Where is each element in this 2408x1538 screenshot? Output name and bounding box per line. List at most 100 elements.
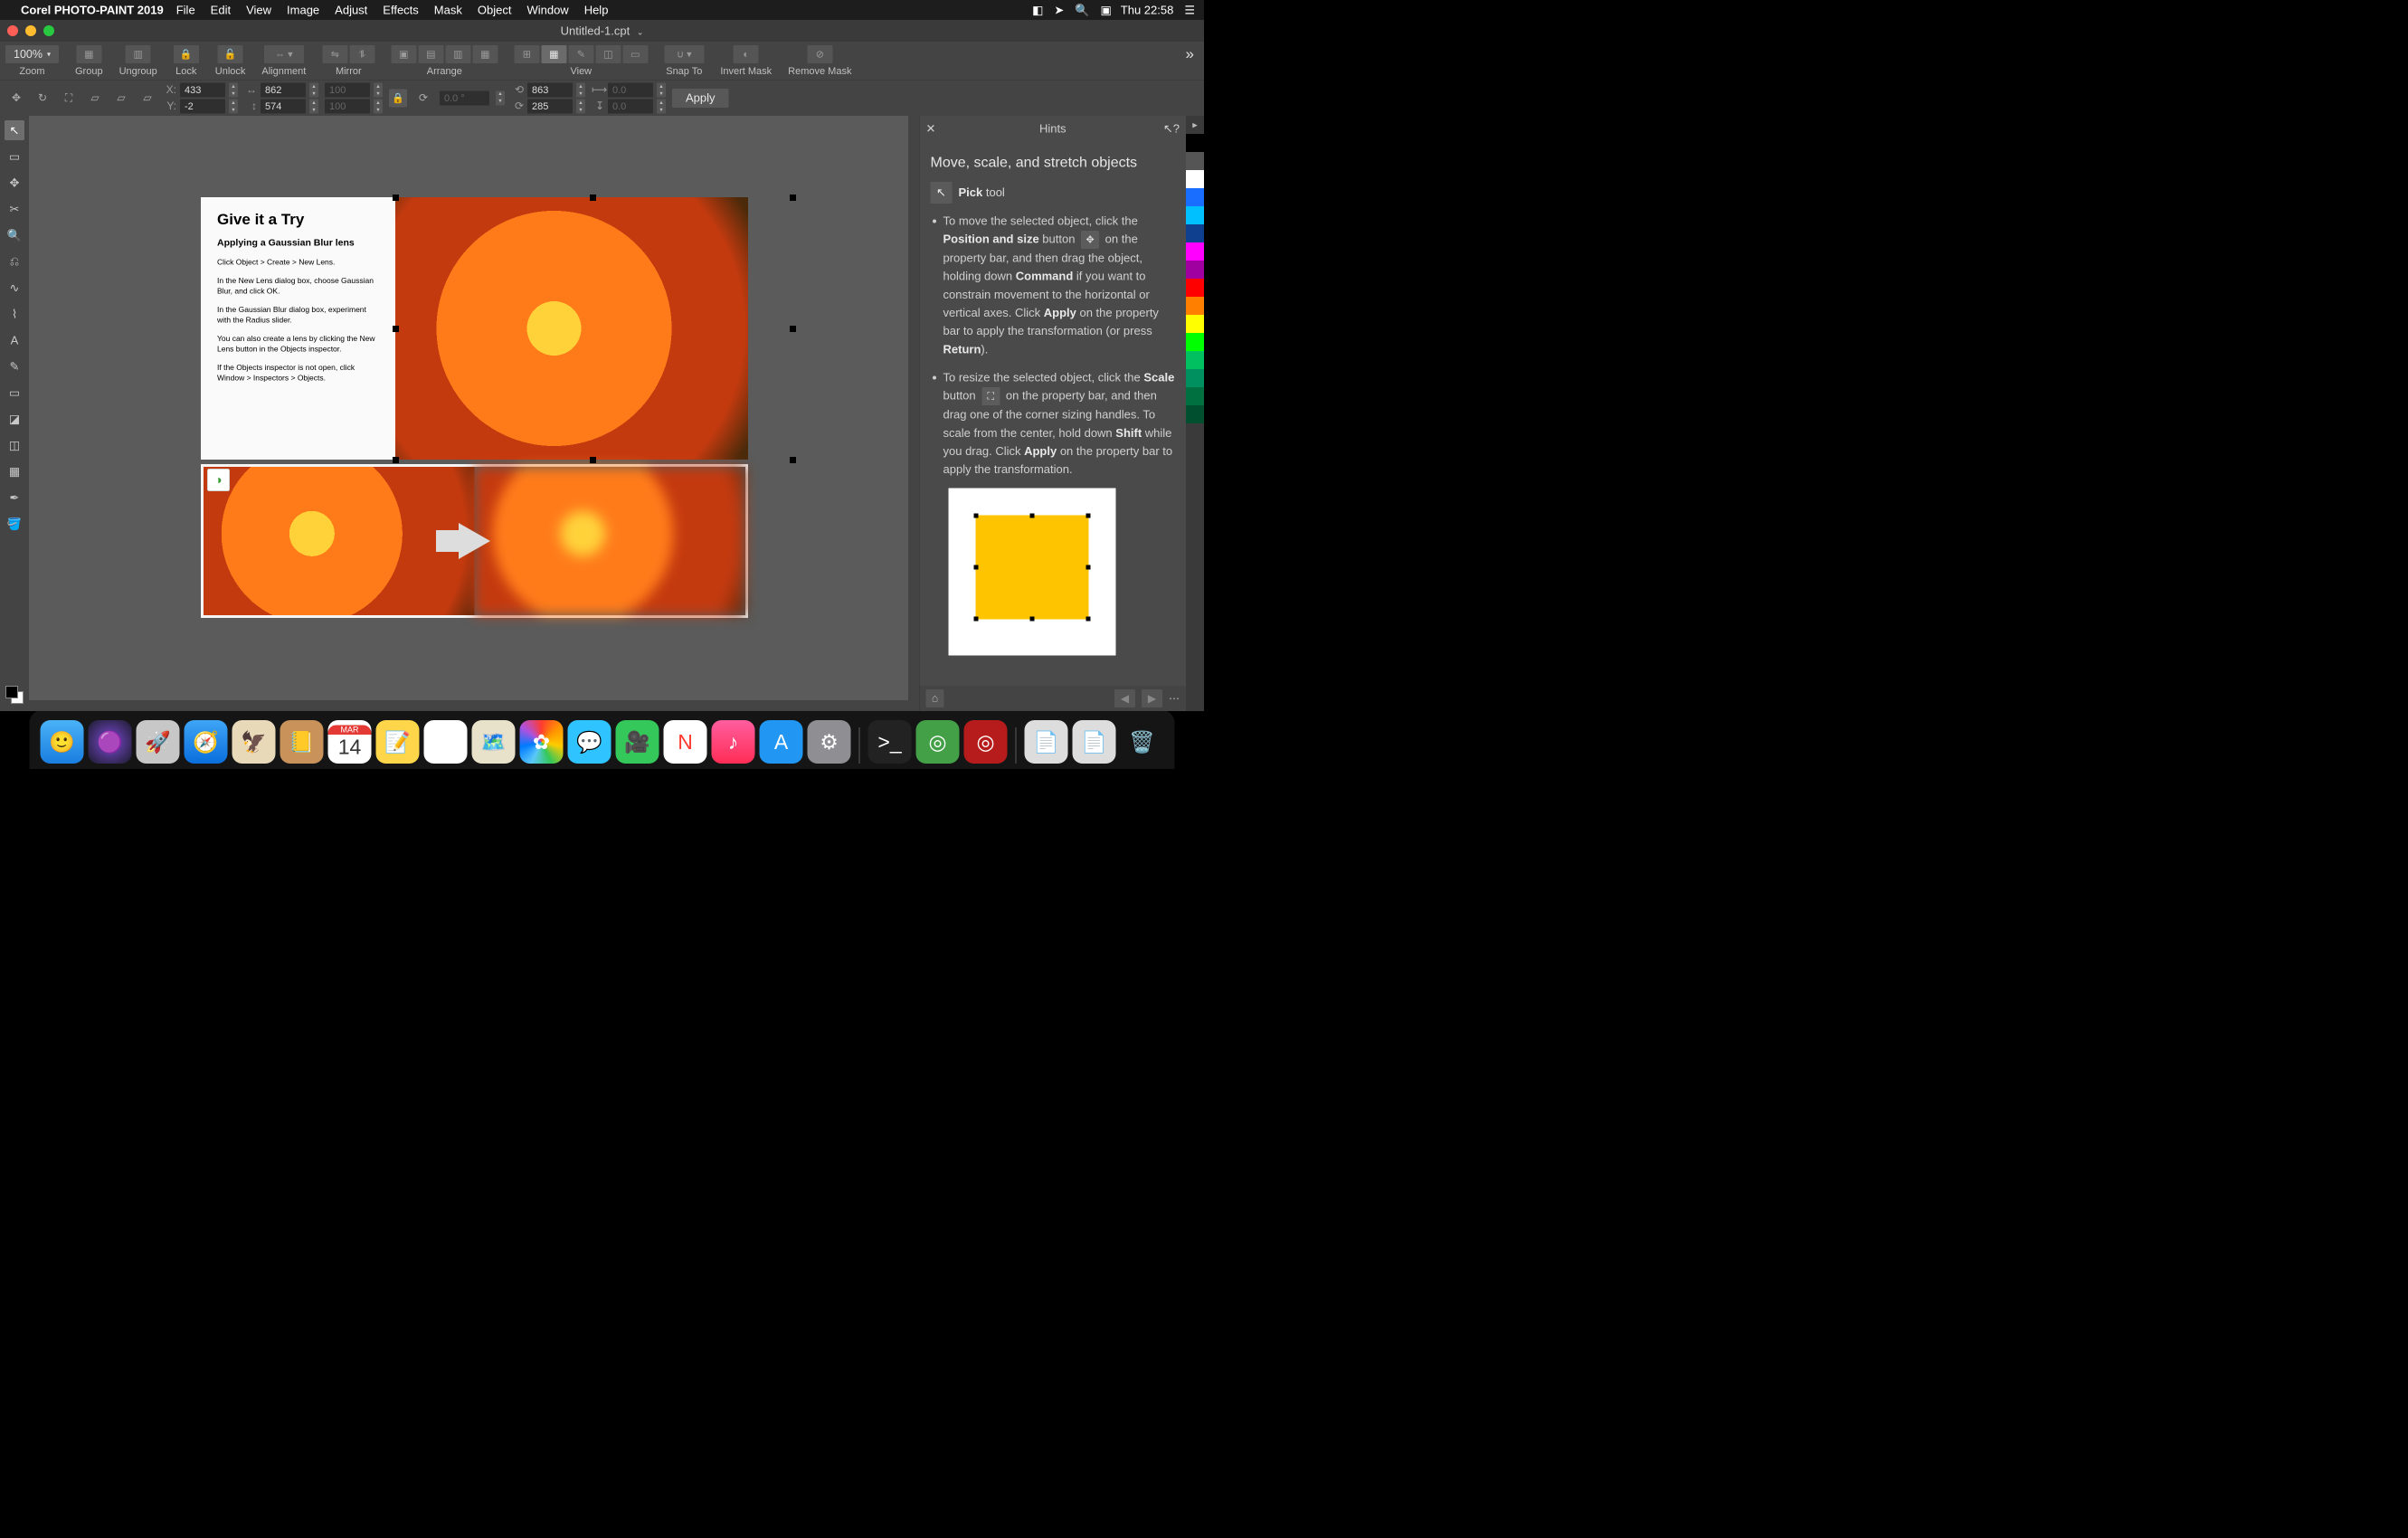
mirror-h-button[interactable]: ⇋ [322, 45, 347, 63]
dx-input[interactable] [608, 82, 653, 97]
invert-mask-button[interactable]: ◐ [734, 45, 759, 63]
sx-stepper[interactable]: ▲▼ [374, 82, 383, 97]
menu-effects[interactable]: Effects [383, 3, 419, 17]
remove-mask-button[interactable]: ⊘ [807, 45, 832, 63]
arrange-forward-button[interactable]: ▤ [418, 45, 443, 63]
sy-stepper[interactable]: ▲▼ [374, 99, 383, 113]
hints-more-icon[interactable]: ⋯ [1169, 692, 1180, 706]
arrange-backward-button[interactable]: ▥ [445, 45, 470, 63]
menu-image[interactable]: Image [287, 3, 319, 17]
unlock-button[interactable]: 🔓 [218, 45, 243, 63]
dock-safari[interactable]: 🧭 [185, 720, 228, 764]
scalex-input[interactable] [325, 82, 370, 97]
zoom-select[interactable]: 100%▾ [5, 45, 59, 63]
brush-tool[interactable]: ✎ [5, 356, 24, 376]
clone-tool[interactable]: ⎌ [5, 252, 24, 271]
menu-window[interactable]: Window [526, 3, 568, 17]
spotlight-icon[interactable]: 🔍 [1075, 3, 1089, 17]
rotate-mode-icon[interactable]: ↻ [33, 88, 52, 108]
swatch-green2[interactable] [1186, 351, 1204, 369]
move-mode-icon[interactable]: ✥ [6, 88, 26, 108]
selection-handle[interactable] [790, 326, 796, 332]
menu-adjust[interactable]: Adjust [335, 3, 367, 17]
swatch-purple[interactable] [1186, 261, 1204, 279]
canvas-area[interactable]: Give it a Try Applying a Gaussian Blur l… [29, 116, 919, 711]
y-stepper[interactable]: ▲▼ [229, 99, 238, 113]
dock-photos[interactable]: ✿ [520, 720, 564, 764]
menu-help[interactable]: Help [584, 3, 609, 17]
window-zoom-button[interactable] [43, 25, 54, 36]
menu-object[interactable]: Object [478, 3, 512, 17]
swatch-green[interactable] [1186, 333, 1204, 351]
text-tool[interactable]: A [5, 330, 24, 350]
menu-edit[interactable]: Edit [211, 3, 231, 17]
height-input[interactable] [261, 99, 306, 113]
swatch-red[interactable] [1186, 279, 1204, 297]
view-rulers-button[interactable]: ⊞ [514, 45, 539, 63]
swatch-navy[interactable] [1186, 224, 1204, 242]
hints-home-button[interactable]: ⌂ [926, 689, 944, 707]
swatch-white[interactable] [1186, 170, 1204, 188]
rotation-input[interactable] [440, 90, 489, 105]
dy-input[interactable] [608, 99, 653, 113]
liquid-tool[interactable]: ∿ [5, 278, 24, 298]
hints-back-button[interactable]: ◀ [1114, 689, 1135, 707]
dock-finder[interactable]: 🙂 [41, 720, 84, 764]
scale-mode-icon[interactable]: ⛶ [59, 88, 79, 108]
aspect-lock-button[interactable]: 🔒 [389, 89, 407, 107]
arrange-back-button[interactable]: ▦ [472, 45, 498, 63]
apply-button[interactable]: Apply [672, 89, 729, 108]
ungroup-button[interactable]: ▥ [126, 45, 151, 63]
width-input[interactable] [261, 82, 306, 97]
view-marquee-button[interactable]: ◫ [595, 45, 621, 63]
dock-corel-capture[interactable]: ◎ [964, 720, 1008, 764]
dock-mail[interactable]: 🦅 [232, 720, 276, 764]
dock-corel-connect[interactable]: ◎ [916, 720, 960, 764]
dock-document-1[interactable]: 📄 [1025, 720, 1068, 764]
dock-notes[interactable]: 📝 [376, 720, 420, 764]
dock-document-2[interactable]: 📄 [1073, 720, 1116, 764]
w-stepper[interactable]: ▲▼ [309, 82, 318, 97]
y-input[interactable] [180, 99, 225, 113]
arrange-front-button[interactable]: ▣ [391, 45, 416, 63]
h-stepper[interactable]: ▲▼ [309, 99, 318, 113]
hints-forward-button[interactable]: ▶ [1142, 689, 1162, 707]
x-input[interactable] [180, 82, 225, 97]
swatch-green3[interactable] [1186, 369, 1204, 387]
group-button[interactable]: ▦ [76, 45, 101, 63]
palette-menu-icon[interactable]: ▸ [1186, 116, 1204, 134]
selection-handle[interactable] [393, 326, 399, 332]
selection-handle[interactable] [393, 457, 399, 463]
dx-stepper[interactable]: ▲▼ [657, 82, 666, 97]
rectangle-mask-tool[interactable]: ▭ [5, 147, 24, 166]
selection-handle[interactable] [790, 195, 796, 201]
dock-news[interactable]: N [664, 720, 707, 764]
swatch-black[interactable] [1186, 134, 1204, 152]
dock-calendar[interactable]: MAR14 [328, 720, 372, 764]
skewy-input[interactable] [527, 99, 573, 113]
swatch-green4[interactable] [1186, 387, 1204, 405]
skewx-input[interactable] [527, 82, 573, 97]
selection-handle[interactable] [790, 457, 796, 463]
rectangle-tool[interactable]: ▭ [5, 383, 24, 403]
dock-trash[interactable]: 🗑️ [1121, 720, 1164, 764]
skew-mode-icon[interactable]: ▱ [111, 88, 131, 108]
dock-maps[interactable]: 🗺️ [472, 720, 516, 764]
transparency-tool[interactable]: ▦ [5, 461, 24, 481]
eraser-tool[interactable]: ◪ [5, 409, 24, 429]
dock-appstore[interactable]: A [760, 720, 803, 764]
hints-help-icon[interactable]: ↖? [1163, 121, 1180, 136]
mask-transform-tool[interactable]: ✥ [5, 173, 24, 193]
dock-facetime[interactable]: 🎥 [616, 720, 659, 764]
size-mode-icon[interactable]: ▱ [85, 88, 105, 108]
vertical-scrollbar[interactable] [908, 116, 919, 700]
swatch-green5[interactable] [1186, 405, 1204, 423]
alignment-button[interactable]: ⇔ ▾ [264, 45, 304, 63]
swatch-yellow[interactable] [1186, 315, 1204, 333]
scaley-input[interactable] [325, 99, 370, 113]
dy-stepper[interactable]: ▲▼ [657, 99, 666, 113]
menu-mask[interactable]: Mask [434, 3, 462, 17]
fill-tool[interactable]: 🪣 [5, 514, 24, 534]
notification-icon[interactable]: ◧ [1032, 3, 1043, 17]
swatch-blue[interactable] [1186, 188, 1204, 206]
